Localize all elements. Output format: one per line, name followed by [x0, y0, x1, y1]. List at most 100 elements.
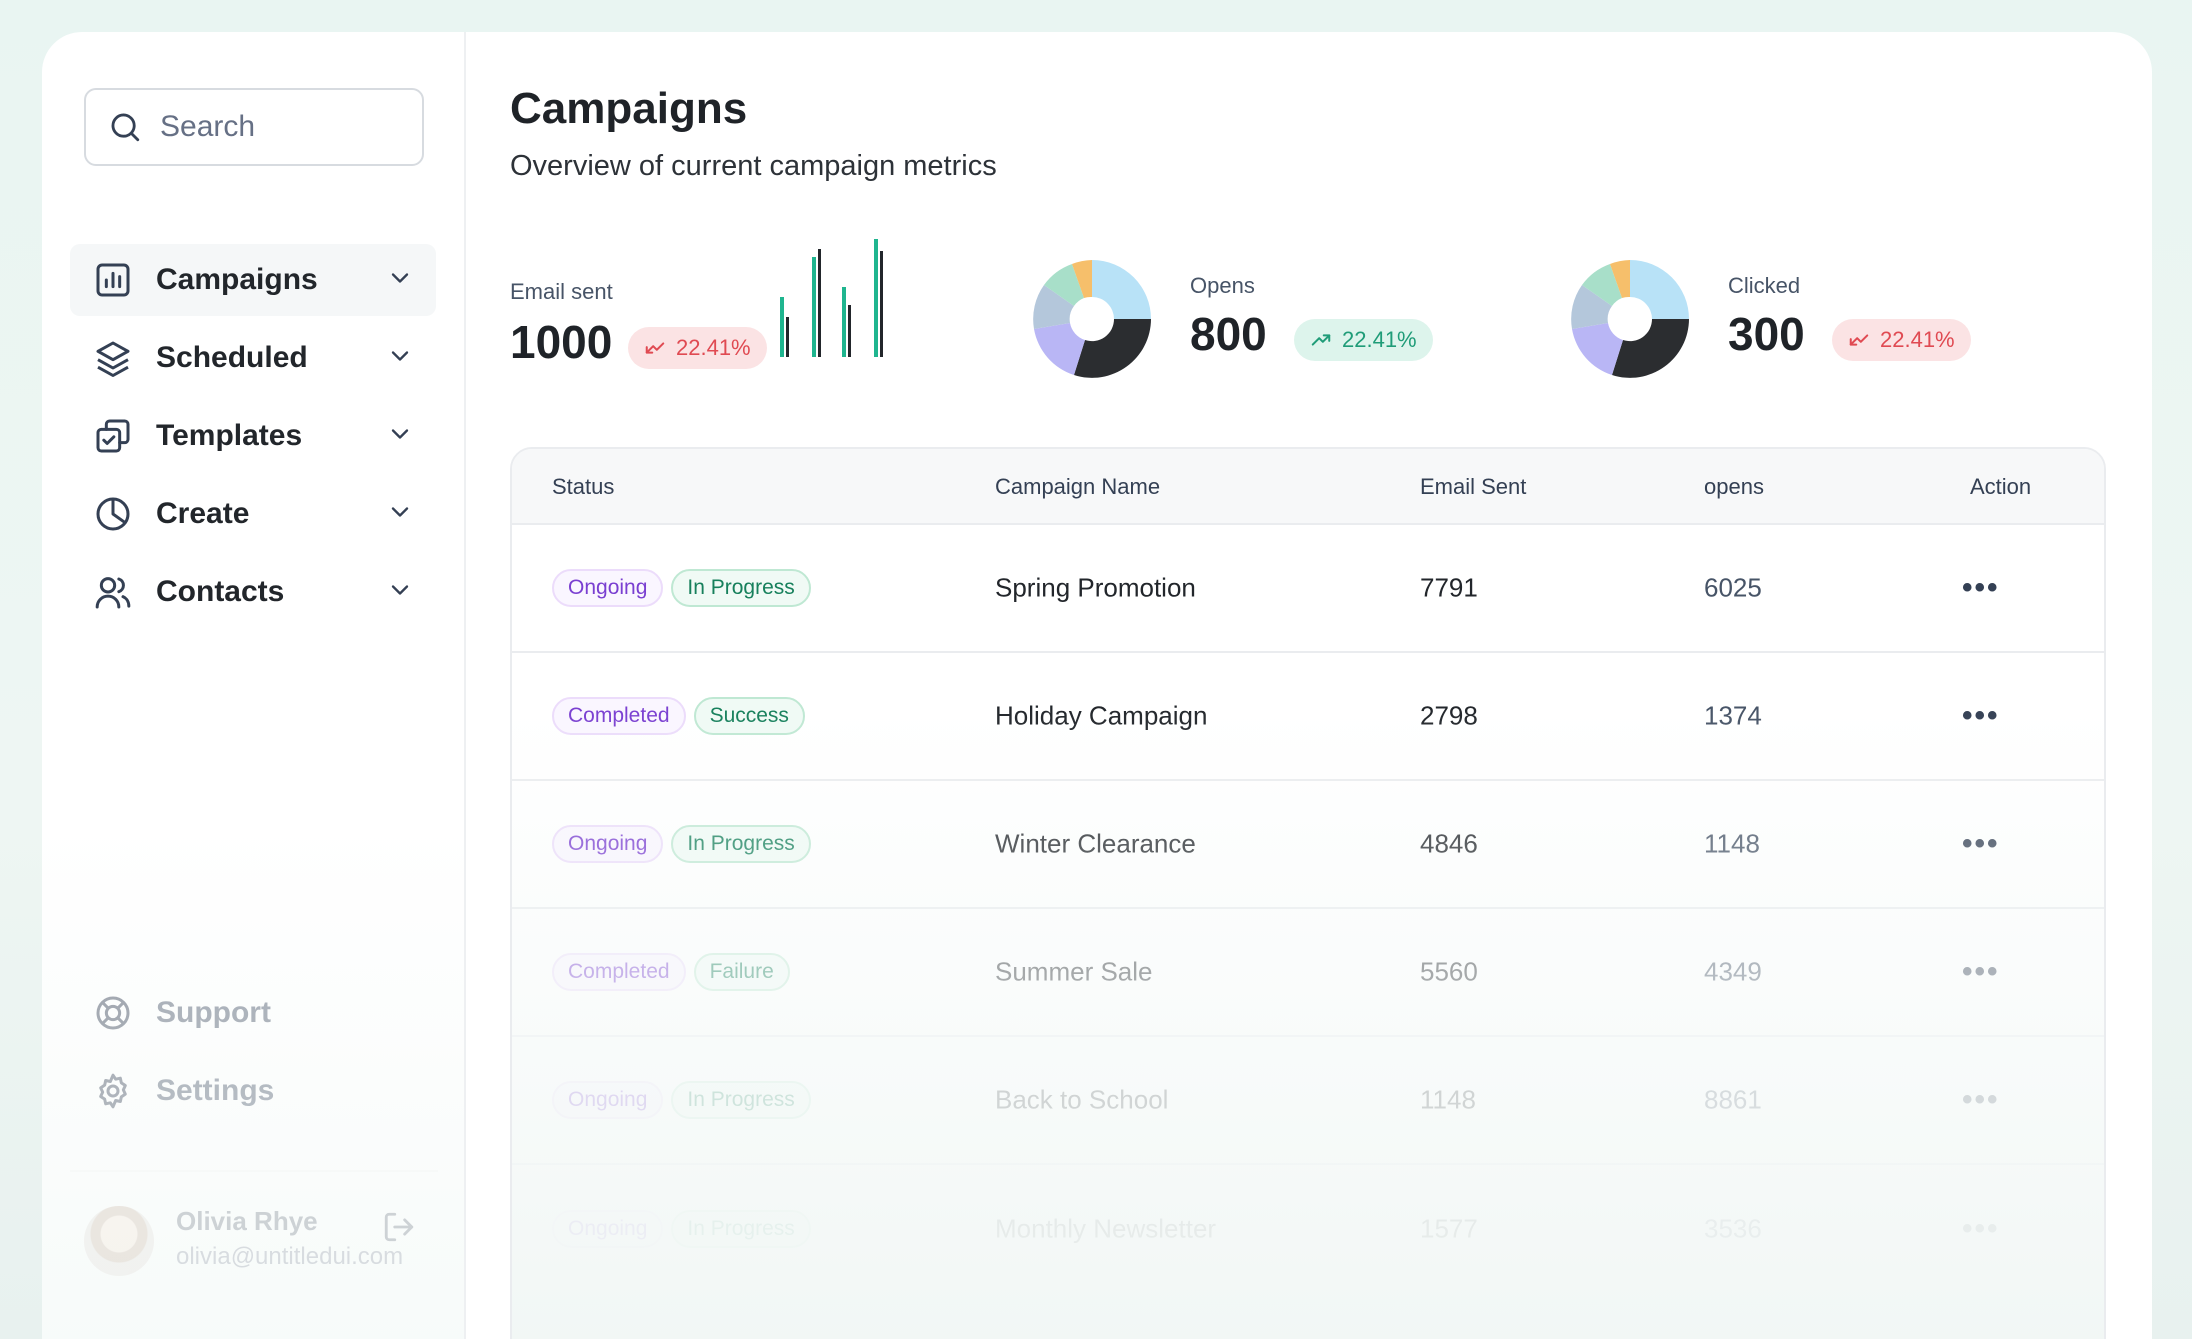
sidebar-item-create[interactable]: Create	[70, 478, 436, 550]
more-actions-button[interactable]: •••	[1962, 1212, 2000, 1246]
search-placeholder: Search	[160, 110, 256, 143]
table-row[interactable]: Ongoing In Progress Winter Clearance 4846…	[512, 781, 2104, 909]
state-badge: In Progress	[671, 1081, 811, 1119]
metric-clicked-value: 300	[1728, 308, 1805, 360]
copy-check-icon	[92, 415, 134, 457]
email-sent-value: 1577	[1420, 1213, 1478, 1244]
more-actions-button[interactable]: •••	[1962, 699, 2000, 733]
more-actions-button[interactable]: •••	[1962, 827, 2000, 861]
chevron-down-icon[interactable]	[386, 342, 414, 375]
user-profile[interactable]: Olivia Rhye olivia@untitledui.com	[70, 1170, 438, 1276]
table-row[interactable]: Completed Failure Summer Sale 5560 4349 •…	[512, 909, 2104, 1037]
bar-chart-icon	[92, 259, 134, 301]
chevron-down-icon[interactable]	[386, 264, 414, 297]
badge-value: 22.41%	[676, 335, 751, 360]
status-badge: Ongoing	[552, 569, 664, 607]
status-badge: Ongoing	[552, 1081, 664, 1119]
email-sent-value: 2798	[1420, 700, 1478, 731]
sidebar: Search Campaigns Scheduled Templates Cre…	[42, 32, 466, 1339]
column-header-campaign-name[interactable]: Campaign Name	[995, 474, 1160, 500]
trend-up-icon	[1311, 334, 1331, 346]
spark-bar	[812, 257, 816, 357]
badge-value: 22.41%	[1342, 327, 1417, 352]
page-subtitle: Overview of current campaign metrics	[510, 150, 997, 182]
metric-email-sent-label: Email sent	[510, 279, 613, 304]
opens-value: 8861	[1704, 1084, 1762, 1115]
sidebar-item-label: Campaigns	[156, 263, 318, 296]
app-window: Search Campaigns Scheduled Templates Cre…	[42, 32, 2152, 1339]
logout-icon[interactable]	[382, 1210, 416, 1244]
metrics-row: Email sent 1000 22.41% Opens 800 22.41% …	[510, 183, 2152, 403]
spark-bar	[842, 287, 846, 357]
metric-clicked-badge: 22.41%	[1832, 319, 1971, 361]
life-buoy-icon	[92, 992, 134, 1034]
chevron-down-icon[interactable]	[386, 420, 414, 453]
sidebar-item-scheduled[interactable]: Scheduled	[70, 322, 436, 394]
spark-bar	[780, 297, 784, 357]
sidebar-item-settings[interactable]: Settings	[70, 1055, 438, 1127]
status-cell: Ongoing In Progress	[552, 1210, 819, 1248]
more-actions-button[interactable]: •••	[1962, 571, 2000, 605]
email-sent-value: 1148	[1420, 1084, 1476, 1115]
sidebar-item-label: Templates	[156, 419, 303, 452]
layers-icon	[92, 337, 134, 379]
spark-bar	[874, 239, 878, 357]
sidebar-item-campaigns[interactable]: Campaigns	[70, 244, 436, 316]
opens-value: 4349	[1704, 956, 1762, 987]
opens-value: 1148	[1704, 828, 1760, 859]
page-title: Campaigns	[510, 84, 748, 133]
table-row[interactable]: Completed Success Holiday Campaign 2798 1…	[512, 653, 2104, 781]
table-row[interactable]: Ongoing In Progress Monthly Newsletter 15…	[512, 1165, 2104, 1293]
sidebar-footer-nav: Support Settings	[70, 977, 438, 1133]
email-sent-value: 5560	[1420, 956, 1478, 987]
status-cell: Ongoing In Progress	[552, 569, 819, 607]
column-header-status[interactable]: Status	[552, 474, 614, 500]
status-cell: Completed Success	[552, 697, 813, 735]
status-badge: Ongoing	[552, 825, 664, 863]
metric-email-sent-badge: 22.41%	[628, 327, 767, 369]
trend-down-icon	[645, 342, 665, 354]
sidebar-item-support[interactable]: Support	[70, 977, 438, 1049]
sidebar-item-templates[interactable]: Templates	[70, 400, 436, 472]
search-icon	[111, 113, 140, 142]
spark-bar	[818, 249, 821, 357]
campaign-name: Spring Promotion	[995, 572, 1196, 603]
state-badge: Failure	[693, 953, 790, 991]
metric-opens-value: 800	[1190, 308, 1267, 360]
more-actions-button[interactable]: •••	[1962, 955, 2000, 989]
table-row[interactable]: Ongoing In Progress Spring Promotion 7791…	[512, 525, 2104, 653]
metric-clicked-label: Clicked	[1728, 273, 1801, 298]
clicked-donut-chart	[1571, 260, 1689, 378]
spark-bar	[880, 251, 883, 357]
sidebar-item-label: Support	[156, 996, 271, 1029]
column-header-opens[interactable]: opens	[1704, 474, 1764, 500]
donut-slice	[1630, 260, 1689, 319]
table-row[interactable]: Ongoing In Progress Back to School 1148 8…	[512, 1037, 2104, 1165]
table-header: Status Campaign Name Email Sent opens Ac…	[512, 449, 2104, 525]
chevron-down-icon[interactable]	[386, 498, 414, 531]
main-content: Campaigns Overview of current campaign m…	[466, 32, 2152, 1339]
chevron-down-icon[interactable]	[386, 576, 414, 609]
donut-slice	[1612, 319, 1689, 378]
status-badge: Completed	[552, 697, 686, 735]
sidebar-item-label: Scheduled	[156, 341, 308, 374]
metric-email-sent-value: 1000	[510, 316, 613, 368]
sidebar-item-label: Create	[156, 497, 250, 530]
user-name: Olivia Rhye	[176, 1206, 318, 1236]
metric-opens-label: Opens	[1190, 273, 1255, 298]
avatar[interactable]	[84, 1206, 154, 1276]
column-header-email-sent[interactable]: Email Sent	[1420, 474, 1526, 500]
users-icon	[92, 571, 134, 613]
sidebar-item-contacts[interactable]: Contacts	[70, 556, 436, 628]
more-actions-button[interactable]: •••	[1962, 1083, 2000, 1117]
opens-value: 3536	[1704, 1213, 1762, 1244]
opens-value: 6025	[1704, 572, 1762, 603]
trend-down-icon	[1849, 334, 1869, 346]
search-input[interactable]: Search	[84, 88, 424, 166]
sidebar-item-label: Settings	[156, 1074, 275, 1107]
sidebar-nav: Campaigns Scheduled Templates Create Con…	[70, 244, 436, 628]
email-sent-sparkline	[780, 239, 890, 359]
opens-donut-chart	[1033, 260, 1151, 378]
badge-value: 22.41%	[1880, 327, 1955, 352]
metric-opens-badge: 22.41%	[1294, 319, 1433, 361]
